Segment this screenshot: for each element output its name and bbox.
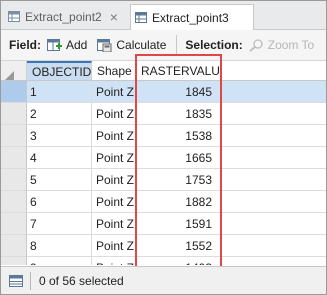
- tab-bar: Extract_point2 × Extract_point3: [1, 1, 326, 30]
- tab-label: Extract_point2: [25, 9, 102, 24]
- objectid-cell[interactable]: 8: [27, 235, 92, 257]
- objectid-cell[interactable]: 1: [27, 81, 92, 103]
- calculate-field-icon: [97, 38, 112, 52]
- shape-cell[interactable]: Point Z: [92, 81, 136, 103]
- shape-cell[interactable]: Point Z: [92, 103, 136, 125]
- tab-extract-point2[interactable]: Extract_point2 ×: [4, 4, 130, 29]
- table-row[interactable]: 9Point Z1493: [1, 257, 326, 265]
- table-row[interactable]: 8 Point Z 1552: [1, 235, 326, 257]
- zoom-label: Zoom To: [267, 38, 315, 52]
- row-selector[interactable]: [1, 257, 27, 265]
- table-toolbar: Field: Add Calculate Selection: Zoom To: [1, 30, 326, 61]
- zoom-to-button[interactable]: Zoom To: [249, 38, 314, 52]
- empty-cell: [221, 213, 326, 235]
- row-selector[interactable]: [1, 169, 27, 191]
- close-icon[interactable]: ×: [110, 9, 118, 25]
- rastervalu-cell[interactable]: 1835: [136, 103, 221, 125]
- table-row[interactable]: 4 Point Z 1665: [1, 147, 326, 169]
- row-selector[interactable]: [1, 147, 27, 169]
- rastervalu-cell[interactable]: 1493: [136, 257, 221, 265]
- rastervalu-cell[interactable]: 1665: [136, 147, 221, 169]
- table-row[interactable]: 7 Point Z 1591: [1, 213, 326, 235]
- toolbar-divider: [176, 35, 178, 55]
- selection-label: Selection:: [185, 38, 243, 52]
- zoom-to-icon: [249, 38, 263, 52]
- add-field-button[interactable]: Add: [47, 38, 87, 52]
- status-divider: [30, 272, 31, 290]
- attribute-grid: OBJECTID Shape RASTERVALU 1 Point Z 1845 2 P…: [1, 61, 326, 265]
- empty-cell: [221, 81, 326, 103]
- row-selector[interactable]: [1, 191, 27, 213]
- objectid-cell[interactable]: 6: [27, 191, 92, 213]
- column-header-rastervalu[interactable]: RASTERVALU: [136, 61, 221, 81]
- objectid-cell[interactable]: 5: [27, 169, 92, 191]
- objectid-cell[interactable]: 4: [27, 147, 92, 169]
- rastervalu-cell[interactable]: 1591: [136, 213, 221, 235]
- add-field-icon: [47, 38, 62, 51]
- field-label: Field:: [9, 38, 41, 52]
- empty-cell: [221, 103, 326, 125]
- shape-cell[interactable]: Point Z: [92, 147, 136, 169]
- attribute-table-pane: Extract_point2 × Extract_point3 Field: A…: [0, 0, 327, 295]
- shape-cell[interactable]: Point Z: [92, 125, 136, 147]
- empty-cell: [221, 235, 326, 257]
- shape-cell[interactable]: Point Z: [92, 235, 136, 257]
- status-bar: 0 of 56 selected: [1, 266, 326, 294]
- objectid-cell[interactable]: 3: [27, 125, 92, 147]
- column-header-shape[interactable]: Shape: [92, 61, 136, 81]
- tab-extract-point3[interactable]: Extract_point3: [130, 4, 254, 30]
- column-header-objectid[interactable]: OBJECTID: [27, 61, 92, 81]
- calculate-label: Calculate: [116, 38, 167, 52]
- row-selector[interactable]: [1, 103, 27, 125]
- calculate-field-button[interactable]: Calculate: [97, 38, 166, 52]
- empty-cell: [221, 169, 326, 191]
- empty-cell: [221, 257, 326, 265]
- table-row[interactable]: 2 Point Z 1835: [1, 103, 326, 125]
- shape-cell[interactable]: Point Z: [92, 169, 136, 191]
- row-selector[interactable]: [1, 81, 27, 103]
- rastervalu-cell[interactable]: 1845: [136, 81, 221, 103]
- shape-cell[interactable]: Point Z: [92, 191, 136, 213]
- empty-cell: [221, 147, 326, 169]
- objectid-cell[interactable]: 7: [27, 213, 92, 235]
- table-row[interactable]: 1 Point Z 1845: [1, 81, 326, 103]
- add-label: Add: [66, 38, 88, 52]
- tab-label: Extract_point3: [152, 10, 229, 25]
- objectid-cell[interactable]: 9: [27, 257, 92, 265]
- rastervalu-cell[interactable]: 1552: [136, 235, 221, 257]
- table-row[interactable]: 5 Point Z 1753: [1, 169, 326, 191]
- table-view-icon[interactable]: [9, 275, 23, 287]
- triangle-icon: [5, 70, 14, 80]
- row-selector[interactable]: [1, 235, 27, 257]
- table-row[interactable]: 3 Point Z 1538: [1, 125, 326, 147]
- table-icon: [8, 11, 20, 22]
- shape-cell[interactable]: Point Z: [92, 213, 136, 235]
- empty-cell: [221, 125, 326, 147]
- row-header-corner[interactable]: [1, 61, 27, 81]
- rastervalu-cell[interactable]: 1538: [136, 125, 221, 147]
- rastervalu-cell[interactable]: 1753: [136, 169, 221, 191]
- selection-count: 0 of 56 selected: [39, 274, 124, 288]
- shape-cell[interactable]: Point Z: [92, 257, 136, 265]
- table-row[interactable]: 6 Point Z 1882: [1, 191, 326, 213]
- objectid-cell[interactable]: 2: [27, 103, 92, 125]
- row-selector[interactable]: [1, 213, 27, 235]
- rastervalu-cell[interactable]: 1882: [136, 191, 221, 213]
- empty-cell: [221, 191, 326, 213]
- table-icon: [135, 12, 147, 23]
- column-header-empty: [221, 61, 326, 81]
- row-selector[interactable]: [1, 125, 27, 147]
